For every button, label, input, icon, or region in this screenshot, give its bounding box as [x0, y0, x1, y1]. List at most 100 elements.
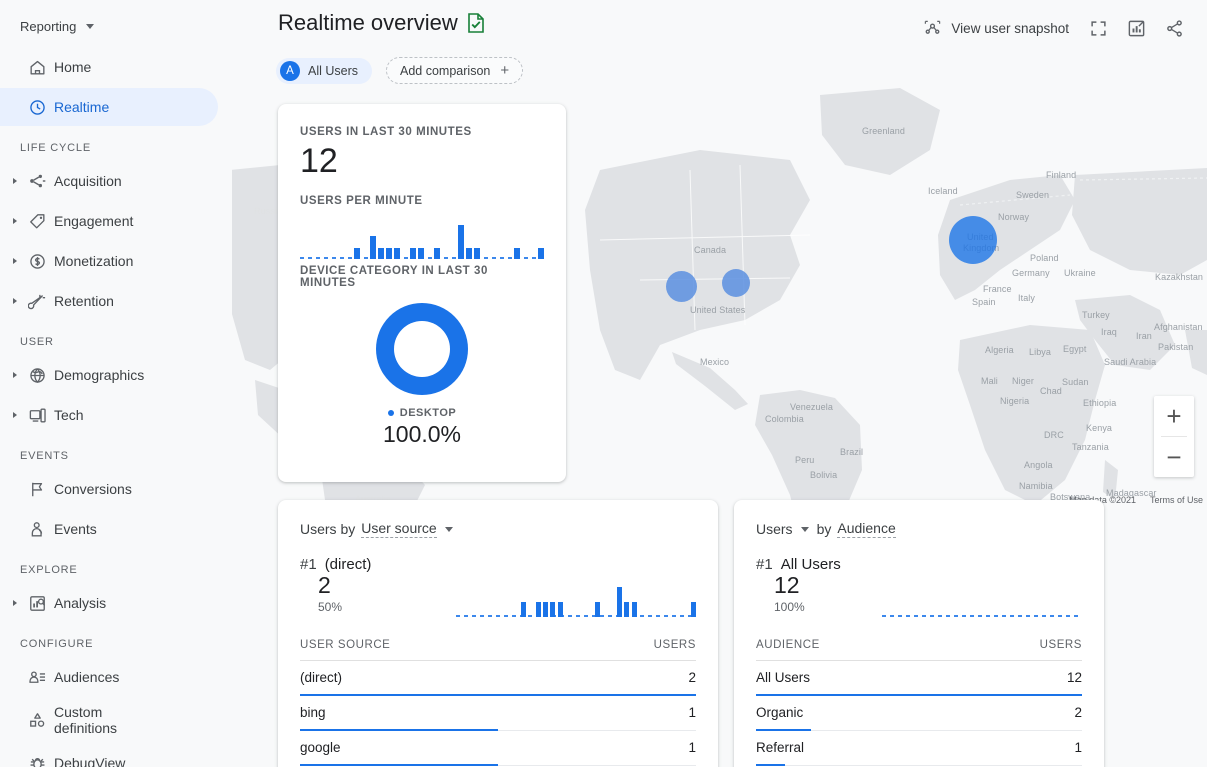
map-zoom-controls[interactable]: + − — [1154, 396, 1194, 477]
map-label-iraq: Iraq — [1101, 327, 1117, 337]
expand-arrow-icon[interactable] — [10, 600, 20, 606]
clock-icon — [20, 98, 54, 117]
sidebar-item-label: Retention — [54, 292, 114, 309]
table-row[interactable]: Referral 1 — [756, 731, 1082, 766]
sidebar-item-audiences[interactable]: Audiences — [0, 658, 218, 696]
map-label-namibia: Namibia — [1019, 481, 1053, 491]
map-label-libya: Libya — [1029, 347, 1052, 357]
sidebar-section-configure: CONFIGURE — [20, 638, 94, 650]
map-user-bubble[interactable] — [722, 269, 750, 297]
audiences-icon — [20, 668, 54, 687]
table-row[interactable]: (direct) 2 — [300, 661, 696, 696]
sparkline-bar — [538, 247, 544, 260]
all-users-chip[interactable]: A All Users — [276, 57, 373, 84]
sidebar-item-conversions[interactable]: Conversions — [0, 470, 218, 508]
map-label-egypt: Egypt — [1063, 344, 1087, 354]
row-metric-value: 1 — [688, 740, 696, 755]
expand-arrow-icon[interactable] — [10, 412, 20, 418]
sidebar-item-retention[interactable]: Retention — [0, 282, 218, 320]
fullscreen-icon[interactable] — [1081, 12, 1115, 44]
sidebar-item-home[interactable]: Home — [0, 48, 218, 86]
audience-sparkline[interactable] — [882, 577, 1082, 617]
chevron-down-icon[interactable] — [444, 526, 453, 532]
source-card-title-prefix: Users by — [300, 521, 356, 537]
map-label-saudi-arabia: Saudi Arabia — [1104, 357, 1157, 367]
sidebar-item-realtime[interactable]: Realtime — [0, 88, 218, 126]
table-row[interactable]: Organic 2 — [756, 696, 1082, 731]
report-check-icon[interactable] — [467, 13, 485, 33]
row-dimension-value: Organic — [756, 705, 804, 720]
map-label-italy: Italy — [1018, 293, 1036, 303]
sidebar-item-demographics[interactable]: Demographics — [0, 356, 218, 394]
map-label-sweden: Sweden — [1016, 190, 1050, 200]
map-zoom-in-button[interactable]: + — [1154, 396, 1194, 436]
map-label-algeria: Algeria — [985, 345, 1014, 355]
sidebar-item-label: DebugView — [54, 754, 126, 767]
sidebar-item-custom-definitions[interactable]: Custom definitions — [0, 698, 218, 742]
reporting-selector[interactable]: Reporting — [0, 6, 232, 46]
map-label-mexico: Mexico — [700, 357, 730, 367]
add-comparison-label: Add comparison — [400, 63, 491, 78]
map-label-norway: Norway — [998, 212, 1030, 222]
map-label-ethiopia: Ethiopia — [1083, 398, 1117, 408]
chevron-down-icon[interactable] — [800, 526, 809, 532]
source-dimension-label: User source — [361, 520, 437, 536]
table-row[interactable]: google 1 — [300, 731, 696, 766]
map-zoom-out-button[interactable]: − — [1154, 437, 1194, 477]
row-dimension-value: All Users — [756, 670, 811, 685]
row-bar-fill — [300, 763, 498, 766]
expand-arrow-icon[interactable] — [10, 372, 20, 378]
map-user-bubble[interactable] — [949, 216, 997, 264]
users-per-minute-sparkline[interactable] — [300, 219, 544, 260]
map-label-poland: Poland — [1030, 253, 1059, 263]
analysis-icon — [20, 594, 54, 613]
source-card-header: Users by User source — [300, 520, 696, 538]
share-icon[interactable] — [1157, 12, 1191, 44]
sidebar-item-acquisition[interactable]: Acquisition — [0, 162, 218, 200]
table-row[interactable]: bing 1 — [300, 696, 696, 731]
sparkline-bar — [418, 247, 424, 260]
map-label-iran: Iran — [1136, 331, 1152, 341]
sidebar-item-engagement[interactable]: Engagement — [0, 202, 218, 240]
sidebar-section-user: USER — [20, 336, 54, 348]
audience-card-header: Users by Audience — [756, 520, 1082, 538]
map-label-bolivia: Bolivia — [810, 470, 838, 480]
table-header: AUDIENCE USERS — [756, 639, 1082, 661]
row-metric-value: 1 — [1074, 740, 1082, 755]
reporting-label: Reporting — [20, 18, 77, 34]
expand-arrow-icon[interactable] — [10, 298, 20, 304]
expand-arrow-icon[interactable] — [10, 218, 20, 224]
sidebar-item-monetization[interactable]: Monetization — [0, 242, 218, 280]
sparkline-bar — [543, 602, 548, 617]
map-user-bubble[interactable] — [665, 270, 697, 302]
map-label-germany: Germany — [1012, 268, 1050, 278]
table-row[interactable]: All Users 12 — [756, 661, 1082, 696]
sidebar-item-debugview[interactable]: DebugView — [0, 744, 218, 767]
row-dimension-value: (direct) — [300, 670, 343, 685]
terms-of-use-link[interactable]: Terms of Use — [1150, 495, 1203, 505]
map-label-afghanistan: Afghanistan — [1154, 322, 1203, 332]
audience-dimension-selector[interactable]: Audience — [837, 520, 896, 538]
user-source-table: USER SOURCE USERS (direct) 2 bing 1 google 1 — [300, 639, 696, 766]
add-comparison-button[interactable]: Add comparison + — [386, 57, 524, 84]
flag-icon — [20, 480, 54, 499]
source-sparkline[interactable] — [456, 577, 696, 617]
view-user-snapshot-button[interactable]: View user snapshot — [915, 12, 1077, 44]
expand-arrow-icon[interactable] — [10, 178, 20, 184]
audience-card-title-mid: by — [816, 521, 832, 537]
expand-arrow-icon[interactable] — [10, 258, 20, 264]
map-label-colombia: Colombia — [765, 414, 804, 424]
sidebar-item-tech[interactable]: Tech — [0, 396, 218, 434]
audience-metric-label[interactable]: Users — [756, 521, 793, 537]
sparkline-bar — [394, 247, 400, 260]
source-rank-name: (direct) — [324, 556, 372, 573]
donut-ring[interactable] — [376, 303, 468, 396]
sidebar-item-analysis[interactable]: Analysis — [0, 584, 218, 622]
sparkline-bar — [370, 236, 376, 260]
source-dimension-selector[interactable]: User source — [361, 520, 437, 538]
insights-icon[interactable] — [1119, 12, 1153, 44]
audience-rank-name: All Users — [780, 556, 841, 573]
sparkline-bar — [386, 247, 392, 260]
sidebar-item-events[interactable]: Events — [0, 510, 218, 548]
map-label-united-states: United States — [690, 305, 746, 315]
